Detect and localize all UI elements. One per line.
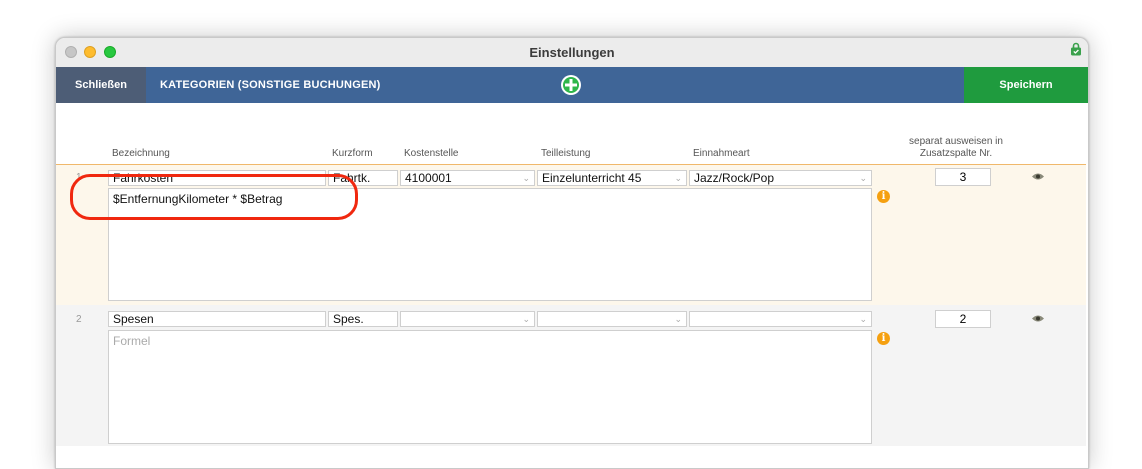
row-number: 1 bbox=[76, 172, 82, 183]
kurzform-field[interactable]: Fahrtk. bbox=[328, 170, 398, 186]
info-icon[interactable]: i bbox=[877, 190, 890, 203]
bezeichnung-field[interactable]: Fahrkosten bbox=[108, 170, 326, 186]
header-bezeichnung: Bezeichnung bbox=[112, 148, 170, 159]
bezeichnung-field[interactable]: Spesen bbox=[108, 311, 326, 327]
chevron-down-icon: ⌄ bbox=[674, 314, 682, 324]
plus-circle-icon[interactable] bbox=[560, 74, 582, 96]
formula-field[interactable]: Formel bbox=[108, 330, 872, 444]
teilleistung-select[interactable]: ⌄ bbox=[537, 311, 687, 327]
chevron-down-icon: ⌄ bbox=[522, 173, 530, 183]
header-separat-line2: Zusatzspalte Nr. bbox=[919, 148, 993, 159]
section-title: KATEGORIEN (SONSTIGE BUCHUNGEN) bbox=[160, 79, 381, 91]
header-kurzform: Kurzform bbox=[332, 148, 373, 159]
zusatzspalte-field[interactable]: 3 bbox=[935, 168, 991, 186]
chevron-down-icon: ⌄ bbox=[522, 314, 530, 324]
title-bar: Einstellungen bbox=[56, 38, 1088, 68]
kurzform-field[interactable]: Spes. bbox=[328, 311, 398, 327]
header-separat: separat ausweisen in Zusatzspalte Nr. bbox=[856, 136, 1056, 160]
header-separat-line1: separat ausweisen in bbox=[909, 136, 1003, 147]
kostenstelle-value: 4100001 bbox=[405, 171, 452, 185]
eye-icon[interactable] bbox=[1031, 172, 1045, 181]
header-einnahmeart: Einnahmeart bbox=[693, 148, 750, 159]
header-teilleistung: Teilleistung bbox=[541, 148, 591, 159]
lock-icon bbox=[1071, 42, 1081, 56]
kostenstelle-select[interactable]: 4100001 ⌄ bbox=[400, 170, 535, 186]
row-number: 2 bbox=[76, 314, 82, 325]
window-title: Einstellungen bbox=[529, 45, 615, 60]
kostenstelle-select[interactable]: ⌄ bbox=[400, 311, 535, 327]
eye-icon[interactable] bbox=[1031, 314, 1045, 323]
einnahmeart-value: Jazz/Rock/Pop bbox=[694, 171, 775, 185]
zusatzspalte-field[interactable]: 2 bbox=[935, 310, 991, 328]
teilleistung-value: Einzelunterricht 45 bbox=[542, 171, 642, 185]
header-kostenstelle: Kostenstelle bbox=[404, 148, 459, 159]
einnahmeart-select[interactable]: ⌄ bbox=[689, 311, 872, 327]
chevron-down-icon: ⌄ bbox=[859, 173, 867, 183]
teilleistung-select[interactable]: Einzelunterricht 45 ⌄ bbox=[537, 170, 687, 186]
chevron-down-icon: ⌄ bbox=[859, 314, 867, 324]
einnahmeart-select[interactable]: Jazz/Rock/Pop ⌄ bbox=[689, 170, 872, 186]
save-button[interactable]: Speichern bbox=[964, 67, 1088, 103]
close-button[interactable]: Schließen bbox=[56, 67, 146, 103]
toolbar: Schließen KATEGORIEN (SONSTIGE BUCHUNGEN… bbox=[56, 67, 1088, 103]
formula-field[interactable]: $EntfernungKilometer * $Betrag bbox=[108, 188, 872, 301]
chevron-down-icon: ⌄ bbox=[674, 173, 682, 183]
info-icon[interactable]: i bbox=[877, 332, 890, 345]
